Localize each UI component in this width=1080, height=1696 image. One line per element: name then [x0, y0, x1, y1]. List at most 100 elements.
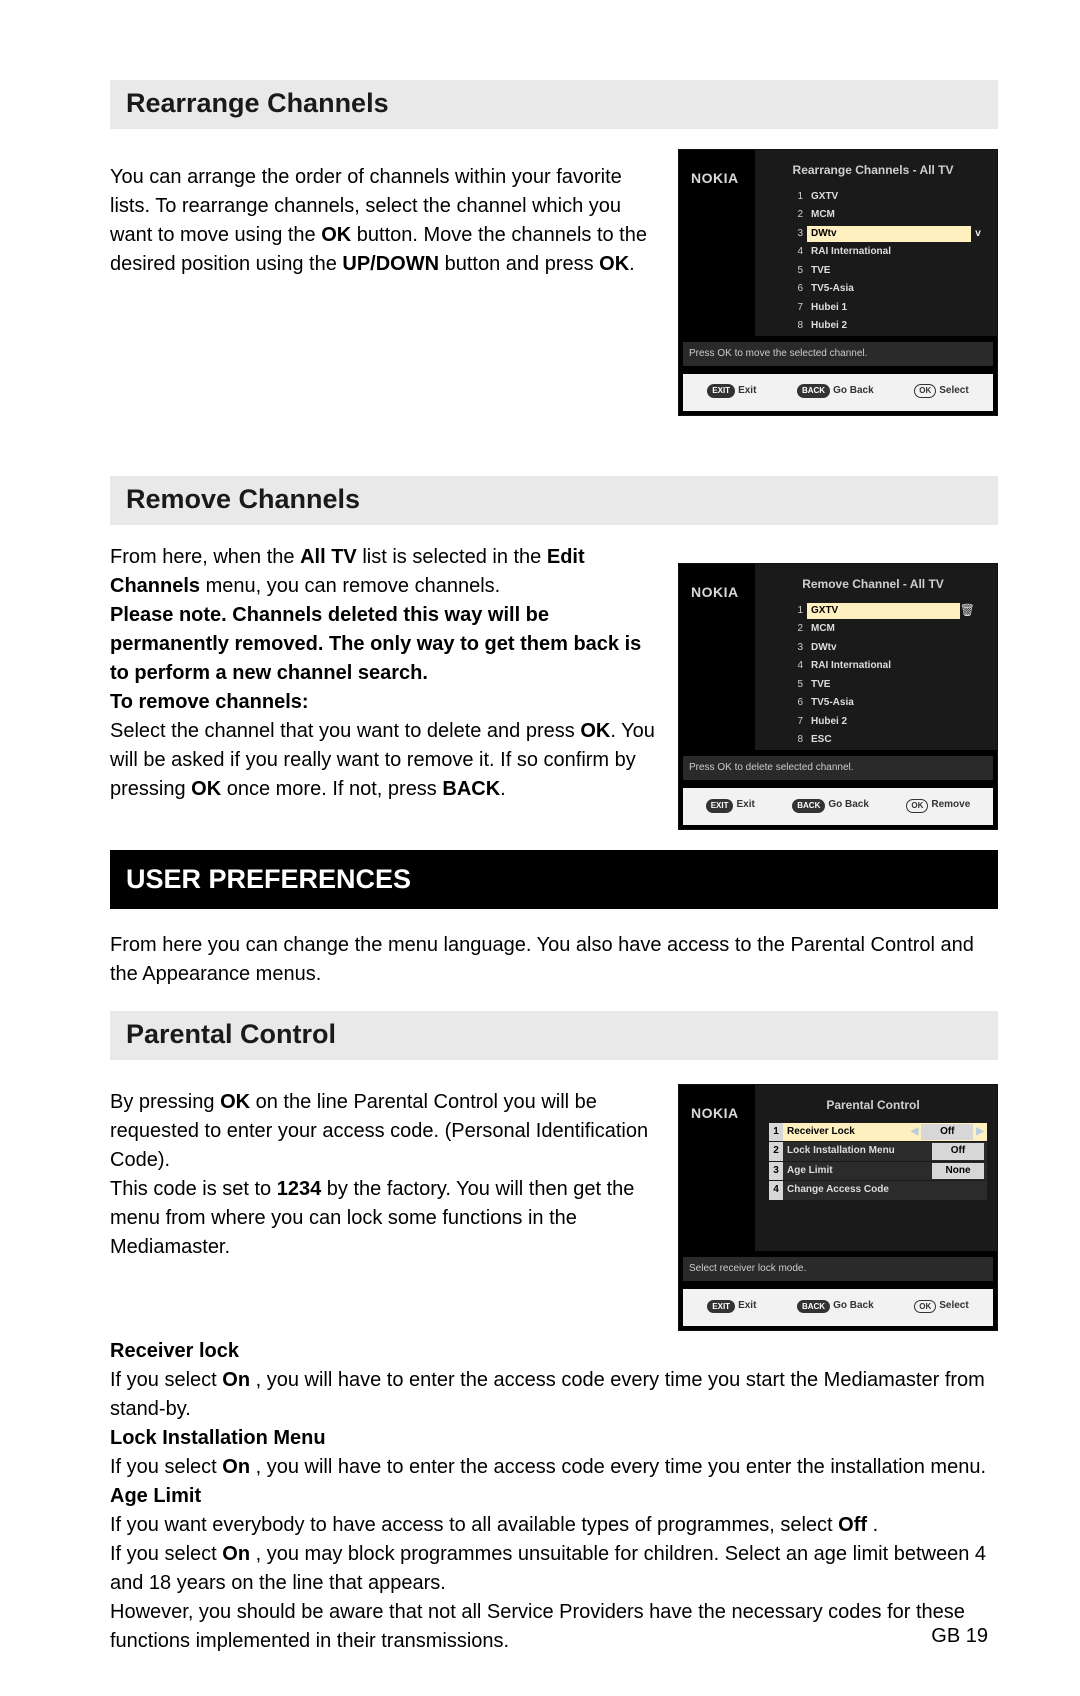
- t: OK: [321, 224, 351, 246]
- t: OK: [191, 778, 221, 800]
- ok-button[interactable]: OKRemove: [906, 798, 970, 813]
- channel-row[interactable]: 3DWtv: [789, 639, 985, 658]
- option-name: Change Access Code: [783, 1181, 987, 1200]
- option-number: 2: [769, 1142, 783, 1161]
- channel-row[interactable]: 6TV5-Asia: [789, 280, 985, 299]
- channel-name: DWtv: [807, 226, 971, 243]
- exit-button[interactable]: EXITExit: [707, 384, 756, 399]
- remove-screenshot: NOKIARemove Channel - All TV1GXTV🗑2MCM3D…: [678, 563, 998, 830]
- tv-footer: EXITExit BACKGo Back OKSelect: [683, 374, 993, 411]
- channel-number: 4: [789, 245, 803, 260]
- t: BACK: [442, 778, 500, 800]
- channel-name: Hubei 1: [807, 300, 985, 317]
- user-preferences-heading: USER PREFERENCES: [110, 850, 998, 909]
- t: OK: [580, 720, 610, 742]
- option-value: Off: [932, 1143, 984, 1160]
- exit-button[interactable]: EXITExit: [706, 798, 755, 813]
- option-row[interactable]: 1Receiver Lock◀Off▶: [769, 1123, 987, 1142]
- t: On: [222, 1543, 250, 1565]
- channel-name: RAI International: [807, 658, 985, 675]
- channel-number: 4: [789, 659, 803, 674]
- rearrange-screenshot: NOKIARearrange Channels - All TV 1 GXTV2MC…: [678, 149, 998, 415]
- t: menu, you can remove channels.: [200, 575, 500, 597]
- back-button[interactable]: BACKGo Back: [797, 1299, 874, 1314]
- back-button[interactable]: BACKGo Back: [797, 384, 874, 399]
- channel-row[interactable]: 4 RAI International: [789, 243, 985, 262]
- page-number: GB 19: [931, 1622, 988, 1651]
- trash-icon: 🗑: [960, 602, 985, 619]
- parental-heading: Parental Control: [110, 1011, 998, 1060]
- back-button[interactable]: BACKGo Back: [792, 798, 869, 813]
- t: On: [222, 1456, 250, 1478]
- t: 1234: [277, 1178, 322, 1200]
- tv-title: Rearrange Channels - All TV: [755, 162, 991, 179]
- channel-row[interactable]: 2MCM: [789, 206, 985, 225]
- t: OK: [220, 1091, 250, 1113]
- lock-install-heading: Lock Installation Menu: [110, 1427, 326, 1449]
- channel-number: 1: [789, 190, 803, 205]
- hint-bar: Select receiver lock mode.: [683, 1257, 993, 1282]
- channel-row[interactable]: 5TVE: [789, 676, 985, 695]
- t: However, you should be aware that not al…: [110, 1598, 998, 1656]
- t: From here, when the: [110, 546, 300, 568]
- t: To remove channels:: [110, 691, 309, 713]
- ok-button[interactable]: OKSelect: [914, 384, 968, 399]
- receiver-lock-heading: Receiver lock: [110, 1340, 239, 1362]
- channel-name: TV5-Asia: [807, 695, 985, 712]
- user-preferences-text: From here you can change the menu langua…: [110, 931, 998, 989]
- channel-number: 8: [789, 319, 803, 334]
- manual-page: Rearrange Channels You can arrange the o…: [0, 0, 1080, 1696]
- channel-number: 2: [789, 622, 803, 637]
- channel-row[interactable]: 1 GXTV: [789, 188, 985, 207]
- option-row[interactable]: 3Age LimitNone: [769, 1162, 987, 1181]
- channel-row[interactable]: 8 Hubei 2: [789, 317, 985, 336]
- option-name: Receiver Lock: [783, 1123, 908, 1142]
- channel-row[interactable]: 3DWtvv: [789, 225, 985, 244]
- channel-row[interactable]: 7 Hubei 1: [789, 299, 985, 318]
- t: .: [629, 253, 635, 275]
- channel-number: 8: [789, 733, 803, 748]
- remove-heading: Remove Channels: [110, 476, 998, 525]
- channel-number: 5: [789, 678, 803, 693]
- option-number: 4: [769, 1181, 783, 1200]
- left-arrow-icon[interactable]: ◀: [911, 1125, 919, 1140]
- channel-name: GXTV: [807, 189, 985, 206]
- rearrange-text: You can arrange the order of channels wi…: [110, 157, 655, 279]
- t: If you select: [110, 1369, 222, 1391]
- t: On: [222, 1369, 250, 1391]
- channel-number: 7: [789, 301, 803, 316]
- option-number: 3: [769, 1162, 783, 1181]
- right-arrow-icon[interactable]: ▶: [976, 1125, 984, 1140]
- channel-number: 6: [789, 696, 803, 711]
- channel-name: Hubei 2: [807, 318, 985, 335]
- brand-logo: NOKIA: [679, 150, 755, 188]
- channel-number: 7: [789, 715, 803, 730]
- exit-button[interactable]: EXITExit: [707, 1299, 756, 1314]
- channel-row[interactable]: 4 RAI International: [789, 657, 985, 676]
- channel-name: GXTV: [807, 603, 960, 620]
- channel-row[interactable]: 1GXTV🗑: [789, 601, 985, 620]
- option-row[interactable]: 4Change Access Code: [769, 1181, 987, 1200]
- t: once more. If not, press: [221, 778, 442, 800]
- channel-list: 1GXTV🗑2MCM3DWtv4 RAI International5TVE6 TV…: [789, 601, 985, 750]
- channel-row[interactable]: 2MCM: [789, 620, 985, 639]
- hint-bar: Press OK to move the selected channel.: [683, 342, 993, 367]
- channel-name: RAI International: [807, 244, 985, 261]
- brand-logo: NOKIA: [679, 1085, 755, 1123]
- t: If you select: [110, 1543, 222, 1565]
- t: .: [867, 1514, 878, 1536]
- option-name: Age Limit: [783, 1162, 929, 1181]
- ok-button[interactable]: OKSelect: [914, 1299, 968, 1314]
- option-row[interactable]: 2Lock Installation MenuOff: [769, 1142, 987, 1161]
- channel-row[interactable]: 7 Hubei 2: [789, 713, 985, 732]
- channel-row[interactable]: 6 TV5-Asia: [789, 694, 985, 713]
- tv-footer: EXITExit BACKGo Back OKSelect: [683, 1289, 993, 1326]
- flag: v: [971, 227, 985, 242]
- t: This code is set to: [110, 1178, 277, 1200]
- t: If you want everybody to have access to …: [110, 1514, 838, 1536]
- channel-row[interactable]: 5TVE: [789, 262, 985, 281]
- brand-logo: NOKIA: [679, 564, 755, 602]
- channel-row[interactable]: 8ESC: [789, 731, 985, 750]
- option-name: Lock Installation Menu: [783, 1142, 929, 1161]
- channel-name: Hubei 2: [807, 714, 985, 731]
